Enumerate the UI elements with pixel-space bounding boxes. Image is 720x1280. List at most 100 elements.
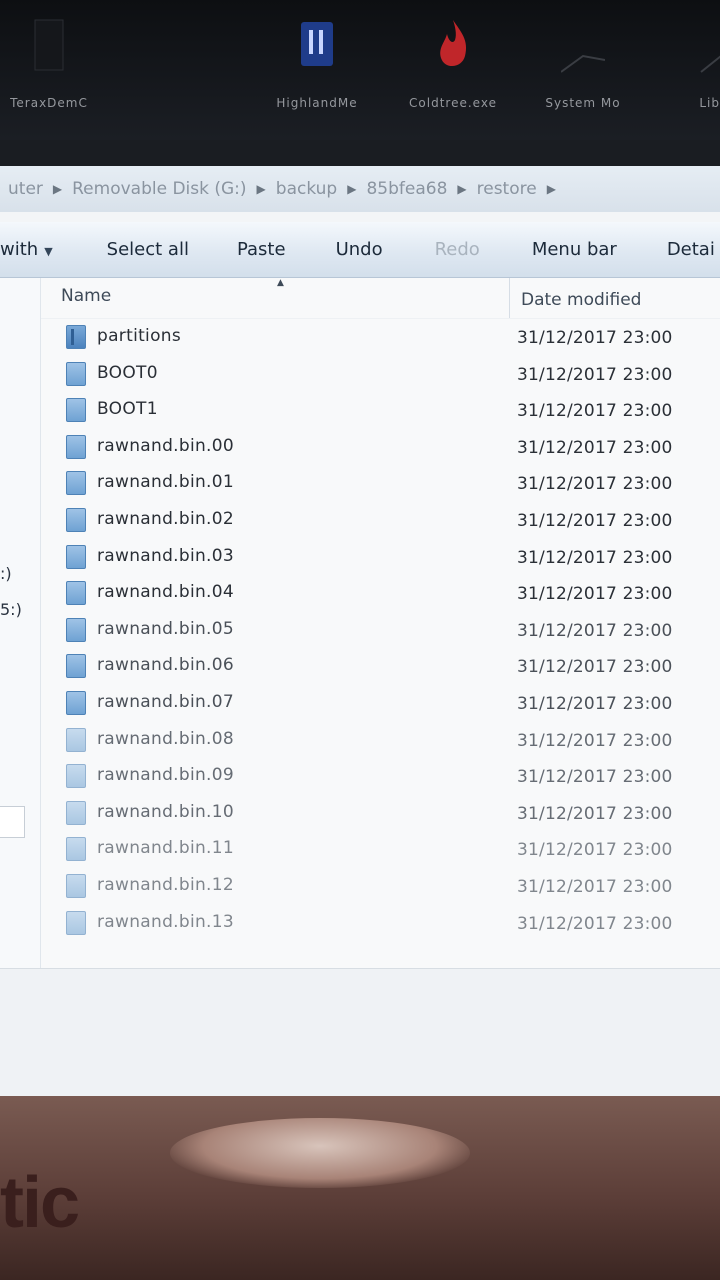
file-date-modified: 31/12/2017 23:00 xyxy=(517,584,673,605)
file-icon xyxy=(66,544,86,569)
file-row[interactable]: rawnand.bin.13 31/12/2017 23:00 xyxy=(41,905,720,942)
file-date-modified: 31/12/2017 23:00 xyxy=(517,328,673,348)
file-row[interactable]: partitions 31/12/2017 23:00 xyxy=(41,319,720,356)
desktop-shortcut[interactable]: LibHu xyxy=(664,8,720,118)
file-name: rawnand.bin.09 xyxy=(97,765,234,786)
breadcrumb-item[interactable]: uter xyxy=(8,179,43,199)
app-icon xyxy=(301,22,333,66)
file-date-modified: 31/12/2017 23:00 xyxy=(517,620,673,641)
breadcrumb-item[interactable]: 85bfea68 xyxy=(366,179,447,199)
desktop-shortcut-label: Coldtree.exe xyxy=(409,96,497,110)
file-name: rawnand.bin.03 xyxy=(97,545,234,566)
undo-button[interactable]: Undo xyxy=(336,239,405,260)
file-row[interactable]: rawnand.bin.04 31/12/2017 23:00 xyxy=(41,575,720,612)
nav-item-drive[interactable]: 5:) xyxy=(0,600,22,619)
file-date-modified: 31/12/2017 23:00 xyxy=(517,401,673,422)
chevron-right-icon[interactable]: ▶ xyxy=(53,182,62,196)
file-name: rawnand.bin.06 xyxy=(97,655,234,676)
chevron-right-icon[interactable]: ▶ xyxy=(347,182,356,196)
file-row[interactable]: rawnand.bin.08 31/12/2017 23:00 xyxy=(41,722,720,759)
paste-button[interactable]: Paste xyxy=(237,239,308,260)
explorer-window: uter ▶ Removable Disk (G:) ▶ backup ▶ 85… xyxy=(0,166,720,1097)
nav-item-drive[interactable]: :) xyxy=(0,564,12,583)
file-icon xyxy=(66,800,86,825)
file-name: rawnand.bin.05 xyxy=(97,618,234,639)
breadcrumb-item[interactable]: backup xyxy=(276,179,337,199)
desktop-shortcut[interactable]: Coldtree.exe xyxy=(398,8,508,118)
file-date-modified: 31/12/2017 23:00 xyxy=(517,803,673,824)
file-row[interactable]: rawnand.bin.02 31/12/2017 23:00 xyxy=(41,502,720,539)
file-name: partitions xyxy=(97,326,182,346)
file-icon xyxy=(66,434,86,459)
wallpaper-image xyxy=(170,1118,470,1188)
wallpaper-text: tic xyxy=(0,1163,80,1243)
date-modified-column-header[interactable]: Date modified xyxy=(521,290,641,310)
file-icon xyxy=(66,727,86,752)
desktop: TeraxDemC HighlandMe Coldtree.exe System… xyxy=(0,0,720,140)
flame-icon xyxy=(440,20,467,67)
file-icon xyxy=(66,361,86,386)
file-icon xyxy=(66,690,86,715)
file-row[interactable]: rawnand.bin.01 31/12/2017 23:00 xyxy=(41,465,720,502)
chevron-right-icon[interactable]: ▶ xyxy=(547,182,556,196)
file-row[interactable]: rawnand.bin.10 31/12/2017 23:00 xyxy=(41,795,720,832)
file-name: rawnand.bin.12 xyxy=(97,874,234,895)
file-name: BOOT1 xyxy=(97,399,158,420)
column-header-row: ▲ Name Date modified xyxy=(41,278,720,319)
redo-button[interactable]: Redo xyxy=(435,239,502,260)
file-icon xyxy=(66,910,86,935)
file-row[interactable]: rawnand.bin.09 31/12/2017 23:00 xyxy=(41,758,720,795)
file-icon xyxy=(66,764,86,789)
file-name: rawnand.bin.00 xyxy=(97,435,234,456)
file-row[interactable]: rawnand.bin.05 31/12/2017 23:00 xyxy=(41,612,720,649)
file-date-modified: 31/12/2017 23:00 xyxy=(517,693,673,714)
file-icon xyxy=(66,398,86,423)
desktop-shortcut[interactable]: System Mo xyxy=(528,8,638,118)
name-column-header[interactable]: Name xyxy=(61,286,111,306)
file-row[interactable]: rawnand.bin.12 31/12/2017 23:00 xyxy=(41,868,720,905)
breadcrumb-item[interactable]: Removable Disk (G:) xyxy=(72,179,246,199)
sort-ascending-icon: ▲ xyxy=(277,278,284,288)
desktop-shortcut-label: TeraxDemC xyxy=(10,96,88,110)
chevron-right-icon[interactable]: ▶ xyxy=(257,182,266,196)
navigation-pane[interactable]: :) 5:) xyxy=(0,278,41,968)
desktop-shortcut-label: System Mo xyxy=(545,96,621,110)
nav-scroll-box[interactable] xyxy=(0,806,25,838)
app-icon xyxy=(700,55,720,73)
chevron-down-icon: ▼ xyxy=(44,245,53,258)
file-name: rawnand.bin.02 xyxy=(97,508,234,529)
desktop-shortcut[interactable]: TeraxDemC xyxy=(0,8,104,118)
folder-icon xyxy=(66,325,86,349)
details-button[interactable]: Detai xyxy=(667,239,720,260)
file-row[interactable]: rawnand.bin.00 31/12/2017 23:00 xyxy=(41,429,720,466)
open-with-label: with xyxy=(0,239,39,260)
file-row[interactable]: rawnand.bin.07 31/12/2017 23:00 xyxy=(41,685,720,722)
file-icon xyxy=(66,471,86,496)
file-row[interactable]: rawnand.bin.11 31/12/2017 23:00 xyxy=(41,831,720,868)
file-name: rawnand.bin.08 xyxy=(97,728,234,749)
column-divider[interactable] xyxy=(509,278,510,318)
file-row[interactable]: BOOT0 31/12/2017 23:00 xyxy=(41,356,720,393)
file-date-modified: 31/12/2017 23:00 xyxy=(517,767,673,788)
file-list[interactable]: ▲ Name Date modified partitions 31/12/201… xyxy=(41,278,720,968)
file-date-modified: 31/12/2017 23:00 xyxy=(517,840,673,861)
file-icon xyxy=(66,837,86,862)
breadcrumb[interactable]: uter ▶ Removable Disk (G:) ▶ backup ▶ 85… xyxy=(0,166,720,212)
breadcrumb-item[interactable]: restore xyxy=(477,179,537,199)
chevron-right-icon[interactable]: ▶ xyxy=(457,182,466,196)
open-with-button[interactable]: with ▼ xyxy=(0,239,75,260)
select-all-button[interactable]: Select all xyxy=(107,239,211,260)
file-date-modified: 31/12/2017 23:00 xyxy=(517,547,673,568)
desktop-shortcut[interactable]: HighlandMe xyxy=(262,8,372,118)
menu-bar-button[interactable]: Menu bar xyxy=(532,239,639,260)
file-date-modified: 31/12/2017 23:00 xyxy=(517,437,673,458)
file-rows: partitions 31/12/2017 23:00 BOOT0 31/12/201… xyxy=(41,319,720,941)
file-date-modified: 31/12/2017 23:00 xyxy=(517,364,673,385)
file-name: rawnand.bin.11 xyxy=(97,838,234,859)
command-bar: with ▼ Select all Paste Undo Redo Menu ba… xyxy=(0,222,720,278)
file-icon xyxy=(66,617,86,642)
file-row[interactable]: BOOT1 31/12/2017 23:00 xyxy=(41,392,720,429)
file-row[interactable]: rawnand.bin.03 31/12/2017 23:00 xyxy=(41,539,720,576)
file-icon xyxy=(66,654,86,679)
file-row[interactable]: rawnand.bin.06 31/12/2017 23:00 xyxy=(41,648,720,685)
